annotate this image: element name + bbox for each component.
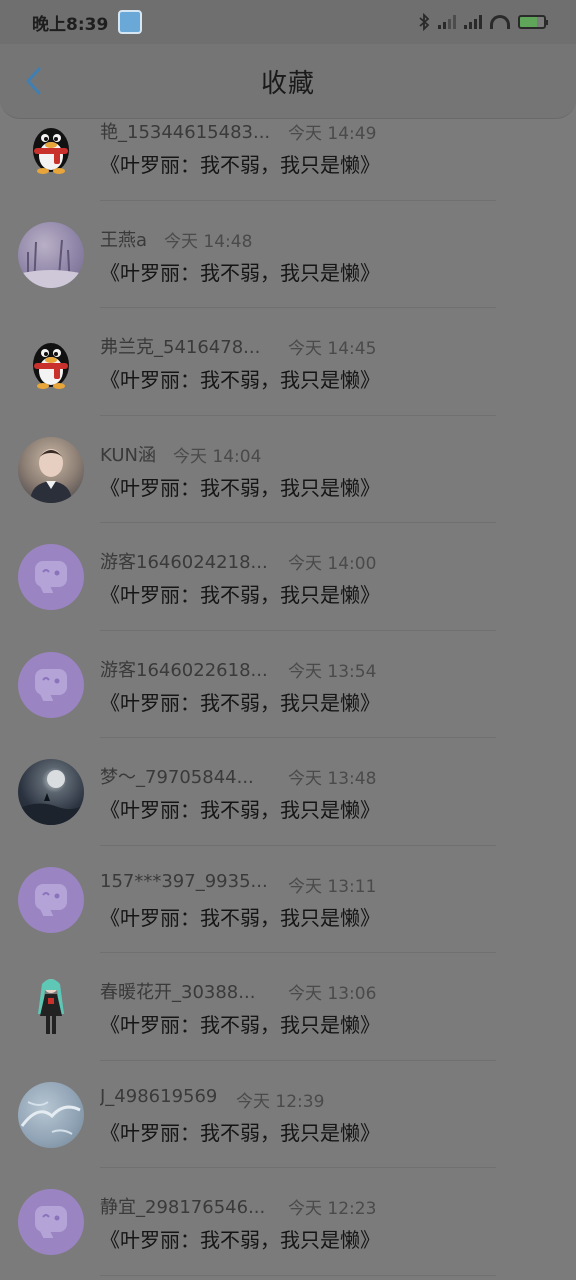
message-text: 《叶罗丽：我不弱，我只是懒》: [100, 690, 380, 715]
timestamp: 今天 14:49: [288, 124, 377, 144]
timestamp: 今天 14:00: [288, 554, 377, 574]
favorites-list: 艳_15344615483... 今天 14:49 《叶罗丽：我不弱，我只是懒》 王燕…: [0, 93, 576, 1276]
timestamp: 今天 14:04: [173, 446, 262, 467]
timestamp: 今天 12:39: [236, 1091, 325, 1112]
hd-signal-icon: [464, 15, 482, 29]
list-item[interactable]: 弗兰克_5416478... 今天 14:45 《叶罗丽：我不弱，我只是懒》: [0, 308, 576, 416]
timestamp: 今天 13:48: [288, 769, 377, 789]
message-text: 《叶罗丽：我不弱，我只是懒》: [100, 1228, 380, 1252]
user-name: 游客1646024218...: [100, 552, 268, 573]
status-time: 晚上8:39: [32, 14, 109, 35]
message-text: 《叶罗丽：我不弱，我只是懒》: [100, 368, 380, 392]
list-item[interactable]: 游客1646022618... 今天 13:54 《叶罗丽：我不弱，我只是懒》: [0, 631, 576, 738]
timestamp: 今天 13:54: [288, 661, 377, 682]
list-item[interactable]: 王燕a 今天 14:48 《叶罗丽：我不弱，我只是懒》: [0, 201, 576, 308]
user-name: J_498619569: [100, 1085, 218, 1107]
winter-scene-avatar[interactable]: [18, 221, 84, 288]
default-chat-avatar[interactable]: [18, 866, 84, 933]
timestamp: 今天 14:45: [288, 339, 377, 359]
bluetooth-icon: [419, 13, 430, 31]
user-name: 游客1646022618...: [100, 659, 268, 681]
chevron-left-icon: [26, 67, 41, 95]
message-text: 《叶罗丽：我不弱，我只是懒》: [100, 260, 380, 285]
user-name: 弗兰克_5416478...: [100, 337, 261, 358]
status-left: 晚上8:39: [0, 10, 143, 35]
night-moon-avatar[interactable]: [18, 759, 84, 825]
list-item[interactable]: 梦～_79705844... 今天 13:48 《叶罗丽：我不弱，我只是懒》: [0, 738, 576, 846]
timestamp: 今天 14:48: [164, 231, 253, 252]
app-icon: [118, 10, 143, 34]
list-item[interactable]: J_498619569 今天 12:39 《叶罗丽：我不弱，我只是懒》: [0, 1061, 576, 1168]
user-name: KUN涵: [100, 444, 156, 466]
message-text: 《叶罗丽：我不弱，我只是懒》: [100, 1013, 380, 1037]
default-chat-avatar[interactable]: [18, 544, 84, 610]
timestamp: 今天 13:11: [288, 876, 377, 897]
user-name: 静宜_298176546...: [100, 1197, 266, 1218]
message-text: 《叶罗丽：我不弱，我只是懒》: [100, 153, 380, 177]
divider: [100, 1274, 496, 1276]
wifi-icon: [490, 15, 510, 29]
message-text: 《叶罗丽：我不弱，我只是懒》: [100, 475, 380, 500]
anime-girl-avatar[interactable]: [18, 974, 84, 1040]
header: 收藏: [0, 44, 576, 119]
sky-blossom-avatar[interactable]: [18, 1081, 84, 1148]
user-name: 梦～_79705844...: [100, 767, 254, 788]
message-text: 《叶罗丽：我不弱，我只是懒》: [100, 798, 380, 822]
signal-icon: [438, 15, 456, 29]
qq-penguin-avatar[interactable]: [18, 329, 84, 395]
timestamp: 今天 13:06: [288, 984, 377, 1004]
status-bar: 晚上8:39: [0, 0, 576, 44]
page-title: 收藏: [260, 68, 315, 99]
status-right: [418, 13, 576, 31]
list-item[interactable]: KUN涵 今天 14:04 《叶罗丽：我不弱，我只是懒》: [0, 416, 576, 523]
timestamp: 今天 12:23: [288, 1199, 377, 1219]
message-text: 《叶罗丽：我不弱，我只是懒》: [100, 905, 380, 930]
list-item[interactable]: 游客1646024218... 今天 14:00 《叶罗丽：我不弱，我只是懒》: [0, 523, 576, 631]
person-avatar[interactable]: [18, 436, 84, 503]
user-name: 157***397_9935...: [100, 870, 268, 892]
list-item[interactable]: 春暖花开_30388... 今天 13:06 《叶罗丽：我不弱，我只是懒》: [0, 953, 576, 1061]
user-name: 春暖花开_30388...: [100, 982, 256, 1003]
qq-penguin-avatar[interactable]: [18, 114, 84, 180]
user-name: 艳_15344615483...: [100, 122, 270, 143]
battery-icon: [518, 15, 548, 29]
message-text: 《叶罗丽：我不弱，我只是懒》: [100, 583, 380, 607]
list-item[interactable]: 静宜_298176546... 今天 12:23 《叶罗丽：我不弱，我只是懒》: [0, 1168, 576, 1276]
default-chat-avatar[interactable]: [18, 651, 84, 718]
back-button[interactable]: [18, 66, 48, 96]
message-text: 《叶罗丽：我不弱，我只是懒》: [100, 1120, 380, 1145]
default-chat-avatar[interactable]: [18, 1189, 84, 1255]
user-name: 王燕a: [100, 229, 148, 251]
list-item[interactable]: 157***397_9935... 今天 13:11 《叶罗丽：我不弱，我只是懒》: [0, 846, 576, 953]
